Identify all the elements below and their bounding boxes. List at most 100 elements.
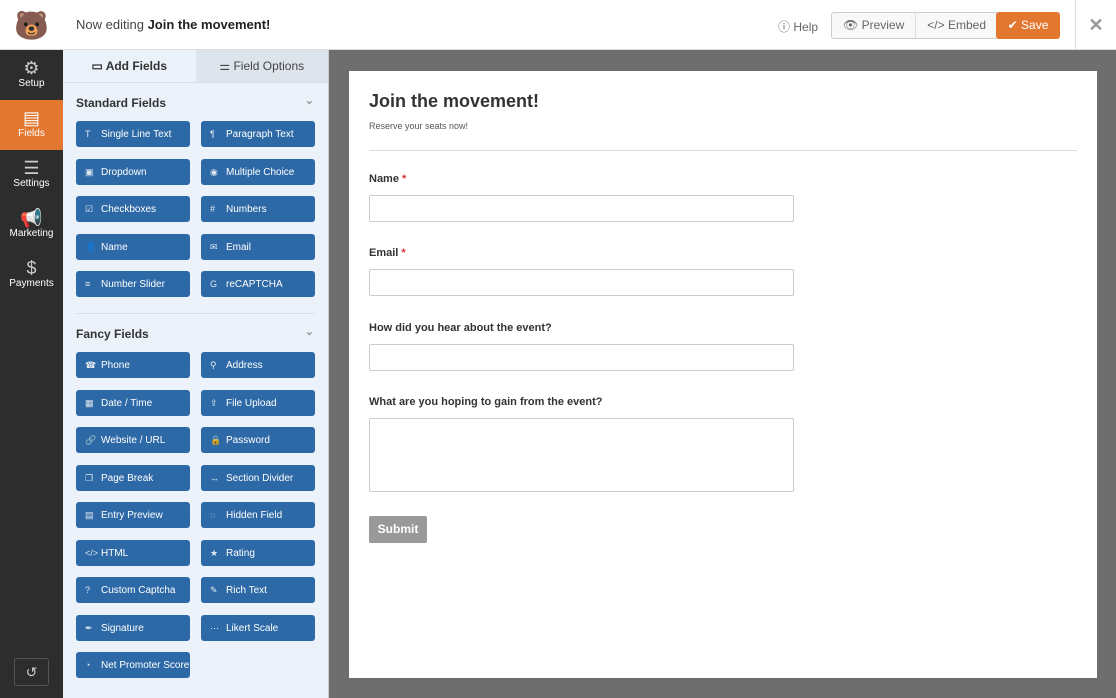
- form-title: Join the movement!: [369, 91, 540, 111]
- field-icon: </>: [85, 547, 99, 558]
- field-button-numbers[interactable]: # Numbers: [201, 196, 315, 222]
- field-label: Name: [101, 241, 128, 253]
- field-icon: 🔗: [85, 435, 97, 445]
- field-icon: ◔: [85, 660, 91, 670]
- help-button[interactable]: ⓘ Help: [778, 18, 818, 35]
- form-description: Reserve your seats now!: [369, 121, 469, 131]
- fields-panel: ▭ Add Fields ⚌ Field Options Standard Fi…: [63, 50, 329, 698]
- gear-icon: ⚙: [23, 58, 40, 78]
- field-button-name[interactable]: 👤 Name: [76, 233, 190, 260]
- field-label: Page Break: [101, 472, 154, 484]
- standard-fields-header[interactable]: Standard Fields ⌄: [63, 83, 328, 121]
- nav-marketing[interactable]: 📢 Marketing: [0, 200, 63, 250]
- standard-fields-grid: T Single Line Text ¶ Paragraph Text ▣ Dropdow…: [63, 121, 328, 297]
- field-label: Password: [226, 435, 270, 446]
- field-button-email[interactable]: ✉ Email: [201, 233, 315, 260]
- field-label: Single Line Text: [101, 129, 172, 140]
- field-button-password[interactable]: 🔒 Password: [201, 427, 315, 453]
- editing-title: Now editing Join the movement!: [76, 17, 270, 32]
- nav-settings[interactable]: ☰ Settings: [0, 150, 63, 200]
- field-button-section-divider[interactable]: ↔ Section Divider: [201, 464, 315, 491]
- field-button-dropdown[interactable]: ▣ Dropdown: [76, 158, 190, 185]
- field-icon: ❐: [85, 472, 94, 483]
- field-button-custom-captcha[interactable]: ? Custom Captcha: [76, 577, 190, 603]
- field-button-website-url[interactable]: 🔗 Website / URL: [76, 427, 190, 453]
- field-button-checkboxes[interactable]: ☑ Checkboxes: [76, 196, 190, 222]
- preview-embed-group: 👁 Preview </> Embed: [831, 12, 998, 39]
- label-text: Email: [369, 247, 399, 259]
- save-button[interactable]: ✔ Save: [996, 12, 1060, 39]
- field-button-phone[interactable]: ☎ Phone: [76, 352, 190, 378]
- field-button-entry-preview[interactable]: ▤ Entry Preview: [76, 502, 190, 528]
- field-button-file-upload[interactable]: ⇪ File Upload: [201, 389, 315, 416]
- preview-label: Preview: [861, 18, 905, 32]
- name-input[interactable]: [369, 195, 794, 222]
- field-button-rich-text[interactable]: ✎ Rich Text: [201, 577, 315, 603]
- close-icon[interactable]: ✕: [1075, 0, 1116, 50]
- gain-textarea[interactable]: [369, 418, 794, 492]
- field-label: Net Promoter Score: [101, 660, 190, 671]
- field-label: Likert Scale: [226, 622, 279, 634]
- name-label: Name *: [369, 173, 406, 185]
- sliders-icon: ☰: [23, 158, 40, 178]
- field-button-page-break[interactable]: ❐ Page Break: [76, 464, 190, 491]
- submit-button[interactable]: Submit: [369, 516, 427, 543]
- history-icon[interactable]: ↺: [14, 658, 49, 686]
- field-label: File Upload: [226, 397, 277, 409]
- field-icon: ✎: [210, 585, 218, 595]
- email-label: Email *: [369, 247, 406, 259]
- left-nav: ⚙ Setup ▤ Fields ☰ Settings 📢 Marketing $ Pay…: [0, 50, 63, 698]
- field-icon: ⋯: [210, 622, 219, 633]
- nav-setup[interactable]: ⚙ Setup: [0, 50, 63, 100]
- field-icon: ?: [85, 585, 91, 595]
- field-button-likert-scale[interactable]: ⋯ Likert Scale: [201, 614, 315, 641]
- field-label: Checkboxes: [101, 204, 157, 215]
- field-icon: ☎: [85, 360, 97, 370]
- nav-fields[interactable]: ▤ Fields: [0, 100, 63, 150]
- divider: [369, 150, 1077, 151]
- required-mark: *: [401, 173, 407, 185]
- field-label: Website / URL: [101, 435, 166, 446]
- tab-field-options[interactable]: ⚌ Field Options: [195, 50, 328, 82]
- field-button-address[interactable]: ⚲ Address: [201, 352, 315, 378]
- field-label: reCAPTCHA: [226, 279, 283, 290]
- field-icon: ≡: [85, 279, 91, 289]
- check-icon: ✔: [1007, 18, 1018, 32]
- field-label: Email: [226, 241, 252, 253]
- label-text: Name: [369, 173, 399, 185]
- hear-label: How did you hear about the event?: [369, 322, 552, 334]
- field-button-signature[interactable]: ✒ Signature: [76, 614, 190, 641]
- field-button-rating[interactable]: ★ Rating: [201, 539, 315, 566]
- field-label: Signature: [101, 622, 144, 634]
- section-title: Standard Fields: [76, 96, 167, 110]
- gain-label: What are you hoping to gain from the eve…: [369, 396, 603, 408]
- fancy-fields-header[interactable]: Fancy Fields ⌄: [63, 314, 328, 352]
- embed-button[interactable]: </> Embed: [915, 13, 997, 38]
- field-icon: 👤: [85, 241, 97, 252]
- dollar-icon: $: [26, 258, 37, 278]
- field-button-html[interactable]: </> HTML: [76, 539, 190, 566]
- field-button-date-time[interactable]: ▦ Date / Time: [76, 389, 190, 416]
- field-button-paragraph-text[interactable]: ¶ Paragraph Text: [201, 121, 315, 147]
- tab-add-fields[interactable]: ▭ Add Fields: [63, 50, 196, 82]
- nav-payments[interactable]: $ Payments: [0, 250, 63, 300]
- field-button-recaptcha[interactable]: GreCAPTCHA: [201, 271, 315, 297]
- field-button-hidden-field[interactable]: ◌ Hidden Field: [201, 502, 315, 528]
- sliders-icon: ⚌: [219, 59, 231, 73]
- preview-button[interactable]: 👁 Preview: [832, 13, 915, 38]
- email-input[interactable]: [369, 269, 794, 296]
- form-preview: Join the movement! Reserve your seats no…: [349, 71, 1097, 678]
- field-button-number-slider[interactable]: ≡ Number Slider: [76, 271, 190, 297]
- field-icon: ✉: [210, 241, 218, 252]
- field-button-single-line-text[interactable]: T Single Line Text: [76, 121, 190, 147]
- field-icon: ¶: [210, 129, 215, 139]
- hear-input[interactable]: [369, 344, 794, 371]
- eye-icon: 👁: [843, 18, 859, 32]
- field-icon: ✒: [85, 622, 93, 633]
- field-button-net-promoter-score[interactable]: ◔ Net Promoter Score: [76, 652, 190, 678]
- field-label: Hidden Field: [226, 510, 283, 521]
- field-button-multiple-choice[interactable]: ◉ Multiple Choice: [201, 158, 315, 185]
- top-bar: 🐻 Now editing Join the movement! ⓘ Help …: [0, 0, 1116, 50]
- section-title: Fancy Fields: [76, 327, 149, 341]
- field-label: Dropdown: [101, 166, 147, 178]
